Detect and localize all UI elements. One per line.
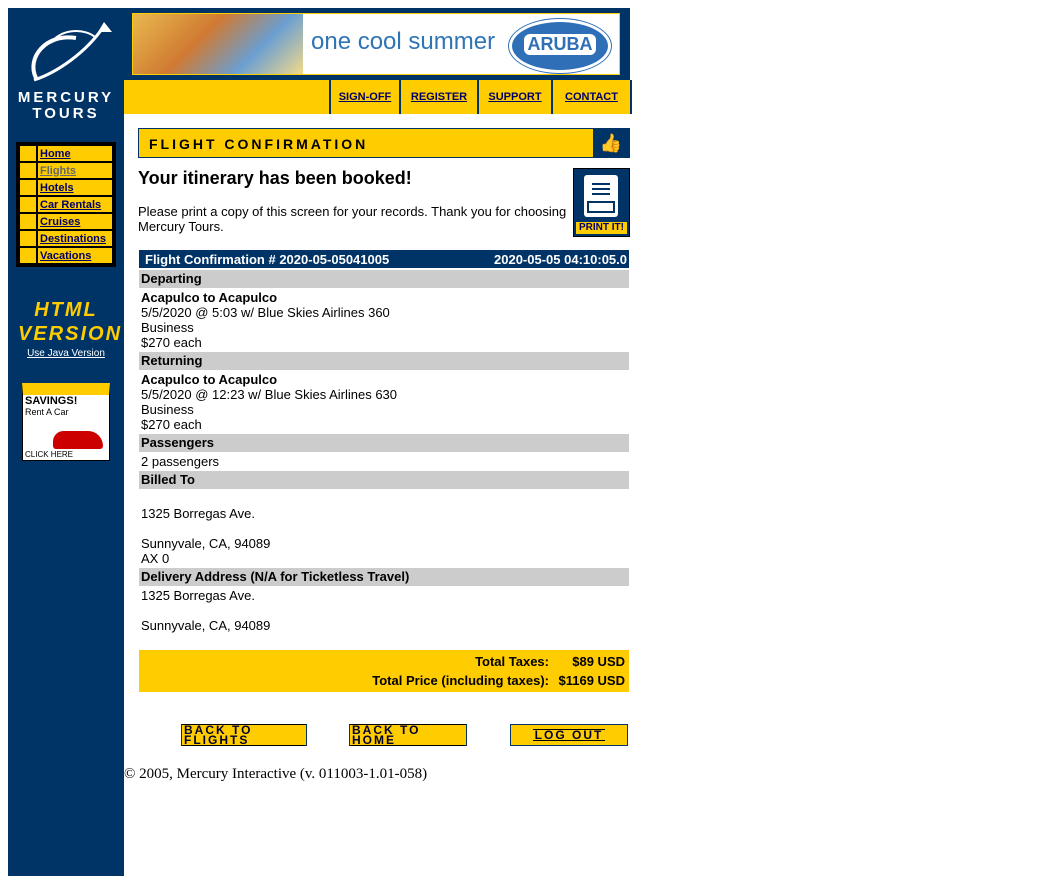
delivery-address-details: 1325 Borregas Ave. Sunnyvale, CA, 94089 <box>139 586 629 633</box>
print-instructions: Please print a copy of this screen for y… <box>138 204 567 234</box>
savings-click: CLICK HERE <box>25 450 74 459</box>
back-to-flights-label: BACK TO FLIGHTS <box>182 724 306 746</box>
billed-city: Sunnyvale, CA, 94089 <box>141 536 271 551</box>
sidebar: MERCURY TOURS Home Flights Hotels Car Re… <box>8 8 124 876</box>
confirmation-table: Flight Confirmation # 2020-05-05041005 2… <box>139 250 629 633</box>
register-cell: REGISTER <box>399 80 477 114</box>
html-version-text: HTML VERSION <box>18 299 123 345</box>
departing-route: Acapulco to Acapulco <box>141 290 278 305</box>
back-to-flights-button[interactable]: BACK TO FLIGHTS <box>181 724 307 746</box>
banner-photo <box>133 14 303 74</box>
support-link[interactable]: SUPPORT <box>488 91 541 103</box>
delivery-city: Sunnyvale, CA, 94089 <box>141 618 271 633</box>
passengers-count: 2 passengers <box>141 454 220 469</box>
billed-street: 1325 Borregas Ave. <box>141 506 255 521</box>
billed-card: AX 0 <box>141 551 170 566</box>
confirmation-timestamp: 2020-05-05 04:10:05.0 <box>494 252 627 267</box>
sidebar-item-car-rentals[interactable]: Car Rentals <box>38 197 112 212</box>
destinations-link[interactable]: Destinations <box>40 233 106 245</box>
sidebar-item-cruises[interactable]: Cruises <box>38 214 112 229</box>
sidebar-item-vacations[interactable]: Vacations <box>38 248 112 263</box>
back-to-home-button[interactable]: BACK TO HOME <box>349 724 467 746</box>
page-title: FLIGHT CONFIRMATION <box>149 136 369 152</box>
thumbs-up-icon: 👍 <box>593 129 629 157</box>
nav-bullet <box>20 248 36 263</box>
returning-class: Business <box>141 402 194 417</box>
total-price-label: Total Price (including taxes): <box>372 673 549 688</box>
savings-subtitle: Rent A Car <box>25 407 69 417</box>
print-button[interactable]: PRINT IT! <box>573 168 630 237</box>
log-out-label: LOG OUT <box>532 728 606 742</box>
nav-bullet <box>20 214 36 229</box>
nav-bullet <box>20 163 36 178</box>
delivery-address-header: Delivery Address (N/A for Ticketless Tra… <box>139 568 629 586</box>
mercury-tours-logo[interactable]: MERCURY TOURS <box>16 18 116 123</box>
flight-confirmation-header: FLIGHT CONFIRMATION 👍 <box>138 128 630 158</box>
returning-flight: 5/5/2020 @ 12:23 w/ Blue Skies Airlines … <box>141 387 398 402</box>
returning-details: Acapulco to Acapulco 5/5/2020 @ 12:23 w/… <box>139 370 629 432</box>
signoff-link[interactable]: SIGN-OFF <box>339 91 392 103</box>
support-cell: SUPPORT <box>477 80 551 114</box>
nav-bullet <box>20 180 36 195</box>
aruba-logo: ARUBA <box>509 19 611 73</box>
logo-text: MERCURY TOURS <box>17 89 115 122</box>
booked-message: Your itinerary has been booked! <box>138 168 412 188</box>
top-nav: SIGN-OFF REGISTER SUPPORT CONTACT <box>124 80 632 114</box>
nav-bullet <box>20 146 36 161</box>
delivery-street: 1325 Borregas Ave. <box>141 588 255 603</box>
html-version-badge: HTML VERSION Use Java Version <box>18 298 123 359</box>
departing-details: Acapulco to Acapulco 5/5/2020 @ 5:03 w/ … <box>139 288 629 350</box>
hotels-link[interactable]: Hotels <box>40 182 74 194</box>
sidebar-item-destinations[interactable]: Destinations <box>38 231 112 246</box>
totals-box: Total Taxes: $89 USD Total Price (includ… <box>139 650 629 692</box>
vacations-link[interactable]: Vacations <box>40 250 91 262</box>
savings-rent-a-car-ad[interactable]: SAVINGS! Rent A Car CLICK HERE <box>22 383 110 461</box>
footer-copyright: © 2005, Mercury Interactive (v. 011003-1… <box>124 766 428 782</box>
passengers-header: Passengers <box>139 434 629 452</box>
print-button-label: PRINT IT! <box>576 222 627 234</box>
home-link[interactable]: Home <box>40 148 71 160</box>
log-out-button[interactable]: LOG OUT <box>510 724 628 746</box>
billed-to-details: 1325 Borregas Ave. Sunnyvale, CA, 94089 … <box>139 489 629 566</box>
nav-bullet <box>20 231 36 246</box>
aruba-brand: ARUBA <box>524 34 596 55</box>
cruises-link[interactable]: Cruises <box>40 216 80 228</box>
top-banner: one cool summer ARUBA <box>124 8 630 80</box>
car-rentals-link[interactable]: Car Rentals <box>40 199 101 211</box>
returning-header: Returning <box>139 352 629 370</box>
savings-title: SAVINGS! <box>25 395 78 407</box>
car-icon <box>53 431 103 449</box>
departing-header: Departing <box>139 270 629 288</box>
confirmation-title-row: Flight Confirmation # 2020-05-05041005 2… <box>139 250 629 268</box>
register-link[interactable]: REGISTER <box>411 91 467 103</box>
use-java-version-link[interactable]: Use Java Version <box>18 348 114 359</box>
contact-link[interactable]: CONTACT <box>565 91 618 103</box>
contact-cell: CONTACT <box>551 80 632 114</box>
nav-bullet <box>20 197 36 212</box>
sidebar-item-flights[interactable]: Flights <box>38 163 112 178</box>
signoff-cell: SIGN-OFF <box>329 80 399 114</box>
flights-link[interactable]: Flights <box>40 165 76 177</box>
departing-class: Business <box>141 320 194 335</box>
sidebar-item-home[interactable]: Home <box>38 146 112 161</box>
total-price-value: $1169 USD <box>558 673 626 688</box>
sidebar-item-hotels[interactable]: Hotels <box>38 180 112 195</box>
returning-route: Acapulco to Acapulco <box>141 372 278 387</box>
returning-price: $270 each <box>141 417 202 432</box>
sidebar-nav: Home Flights Hotels Car Rentals Cruises … <box>16 142 116 267</box>
banner-text: one cool summer <box>311 28 496 55</box>
departing-flight: 5/5/2020 @ 5:03 w/ Blue Skies Airlines 3… <box>141 305 390 320</box>
confirmation-number: Flight Confirmation # 2020-05-05041005 <box>145 252 390 267</box>
total-taxes-value: $89 USD <box>572 654 625 669</box>
back-to-home-label: BACK TO HOME <box>350 724 466 746</box>
billed-to-header: Billed To <box>139 471 629 489</box>
aruba-banner-ad[interactable]: one cool summer ARUBA <box>132 13 620 75</box>
printer-icon <box>584 175 618 217</box>
total-taxes-label: Total Taxes: <box>475 654 549 669</box>
departing-price: $270 each <box>141 335 202 350</box>
